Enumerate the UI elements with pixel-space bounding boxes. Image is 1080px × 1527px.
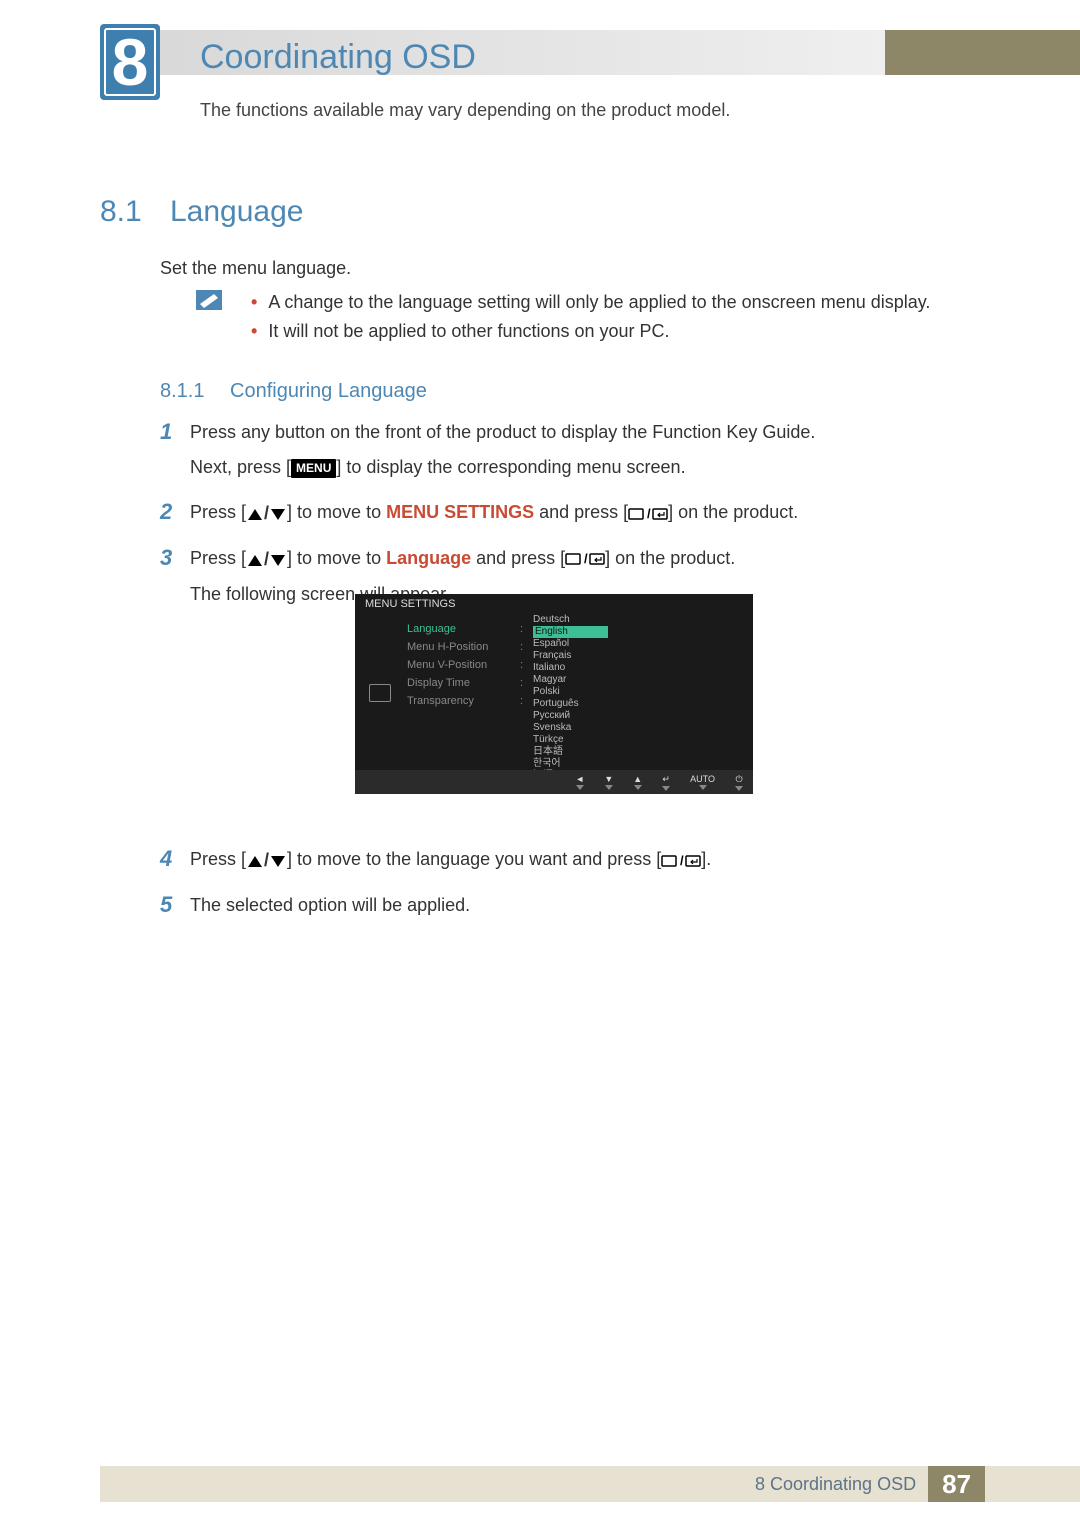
chapter-title: Coordinating OSD	[200, 38, 476, 77]
osd-lang-option: Français	[533, 650, 608, 662]
osd-menu-display-time: Display Time	[407, 674, 488, 692]
osd-menu-h-position: Menu H-Position	[407, 638, 488, 656]
menu-button-icon: MENU	[291, 459, 336, 478]
note-list: A change to the language setting will on…	[251, 292, 930, 342]
osd-footer-up: ▲	[633, 774, 642, 790]
chapter-number-badge: 8	[100, 24, 160, 100]
step-2: 2 Press [/] to move to MENU SETTINGS and…	[160, 500, 985, 536]
osd-menu-transparency: Transparency	[407, 692, 488, 710]
note-item-2: It will not be applied to other function…	[251, 321, 930, 342]
note-box: A change to the language setting will on…	[196, 292, 930, 350]
step-5: 5 The selected option will be applied.	[160, 893, 985, 928]
up-down-icon: /	[246, 501, 287, 526]
svg-text:/: /	[584, 552, 588, 566]
osd-colons: :::::	[520, 620, 523, 710]
enter-return-icon: /	[661, 849, 701, 869]
osd-footer-enter: ↵	[662, 774, 670, 791]
footer-page-number: 87	[928, 1466, 985, 1502]
svg-text:/: /	[647, 507, 651, 521]
footer-bar: 8 Coordinating OSD 87	[100, 1466, 1080, 1502]
osd-lang-option: Italiano	[533, 662, 608, 674]
osd-body: Language Menu H-Position Menu V-Position…	[355, 614, 753, 774]
up-down-icon: /	[246, 848, 287, 873]
step-number-3: 3	[160, 546, 190, 617]
step-3-line-1: Press [/] to move to Language and press …	[190, 546, 985, 572]
osd-screenshot: MENU SETTINGS Language Menu H-Position M…	[355, 594, 753, 794]
osd-footer-auto: AUTO	[690, 774, 715, 790]
step-1-line-2: Next, press [MENU] to display the corres…	[190, 455, 985, 480]
osd-menu-items: Language Menu H-Position Menu V-Position…	[407, 620, 488, 710]
step-1: 1 Press any button on the front of the p…	[160, 420, 985, 490]
osd-lang-option: 한국어	[533, 758, 608, 770]
header-accent	[885, 30, 1080, 75]
menu-settings-label: MENU SETTINGS	[386, 502, 534, 522]
osd-footer-power: ⏻	[735, 774, 743, 791]
osd-lang-option: Português	[533, 698, 608, 710]
step-1-line-1: Press any button on the front of the pro…	[190, 420, 985, 445]
osd-lang-option: Español	[533, 638, 608, 650]
footer-chapter-ref: 8 Coordinating OSD	[755, 1474, 928, 1495]
step-number-5: 5	[160, 893, 190, 928]
osd-lang-option: Deutsch	[533, 614, 608, 626]
up-down-icon: /	[246, 547, 287, 572]
step-number-4: 4	[160, 847, 190, 883]
osd-category-icon	[369, 684, 391, 702]
step-4: 4 Press [/] to move to the language you …	[160, 847, 985, 883]
osd-lang-option: English	[533, 626, 608, 638]
language-label: Language	[386, 548, 471, 568]
step-4-line: Press [/] to move to the language you wa…	[190, 847, 985, 873]
note-icon	[196, 290, 222, 310]
osd-language-list: DeutschEnglishEspañolFrançaisItalianoMag…	[533, 614, 608, 782]
osd-lang-option: Magyar	[533, 674, 608, 686]
osd-footer: ◄ ▼ ▲ ↵ AUTO ⏻	[355, 770, 753, 794]
osd-footer-down: ▼	[604, 774, 613, 790]
osd-menu-language: Language	[407, 620, 488, 638]
step-number-2: 2	[160, 500, 190, 536]
osd-menu-v-position: Menu V-Position	[407, 656, 488, 674]
chapter-note: The functions available may vary dependi…	[200, 100, 730, 121]
top-margin	[0, 0, 1080, 30]
section-8-1-1-title: Configuring Language	[230, 380, 427, 403]
osd-lang-option: 日本語	[533, 746, 608, 758]
osd-lang-option: Svenska	[533, 722, 608, 734]
step-number-1: 1	[160, 420, 190, 490]
svg-text:/: /	[680, 854, 684, 868]
section-8-1-body: Set the menu language.	[160, 258, 351, 279]
osd-lang-option: Русский	[533, 710, 608, 722]
osd-footer-back: ◄	[575, 774, 584, 790]
step-5-line: The selected option will be applied.	[190, 893, 985, 918]
step-2-line: Press [/] to move to MENU SETTINGS and p…	[190, 500, 985, 526]
enter-return-icon: /	[628, 502, 668, 522]
osd-lang-option: Türkçe	[533, 734, 608, 746]
enter-return-icon: /	[565, 548, 605, 568]
osd-header: MENU SETTINGS	[355, 594, 753, 614]
note-item-1: A change to the language setting will on…	[251, 292, 930, 313]
section-8-1-title: Language	[170, 195, 303, 229]
section-8-1-number: 8.1	[100, 195, 142, 229]
osd-lang-option: Polski	[533, 686, 608, 698]
section-8-1-1-number: 8.1.1	[160, 380, 204, 403]
